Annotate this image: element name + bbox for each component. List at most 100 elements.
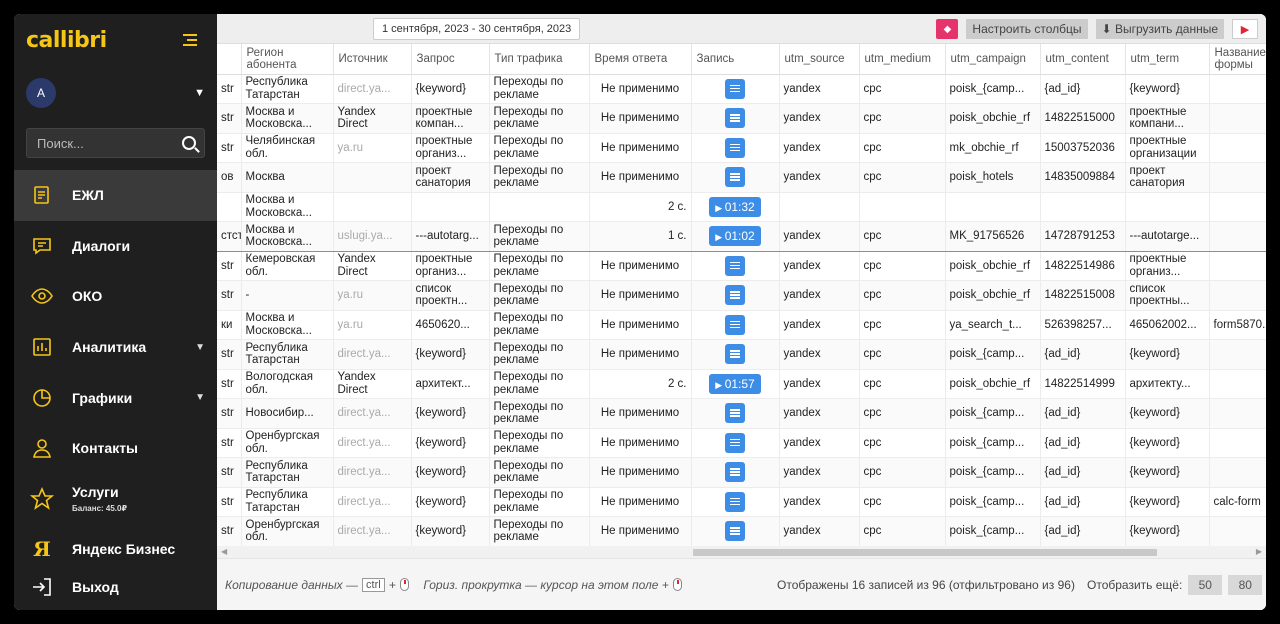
records-count: Отображены 16 записей из 96 (отфильтрова… — [777, 577, 1075, 592]
sidebar-item-contacts[interactable]: Контакты — [14, 423, 217, 474]
table-cell: yandex — [779, 310, 860, 340]
record-details-icon[interactable] — [725, 403, 745, 424]
table-cell — [691, 251, 780, 281]
table-row[interactable]: str Москва и Московска... Yandex Direct про… — [217, 103, 1266, 134]
table-cell: Кемеровская обл. — [241, 251, 334, 281]
column-header[interactable] — [217, 44, 242, 75]
table-row[interactable]: стст Москва и Московска... uslugi.ya... ---… — [217, 221, 1266, 252]
search-input[interactable] — [37, 135, 177, 151]
table-row[interactable]: str Челябинская обл. ya.ru проектные органи… — [217, 133, 1266, 163]
sidebar-item-dialogs[interactable]: Диалоги — [14, 221, 217, 272]
menu-icon[interactable] — [183, 34, 197, 46]
table-cell: 1 с. — [589, 221, 692, 252]
table-cell: 526398257... — [1040, 310, 1126, 340]
record-details-icon[interactable] — [725, 285, 745, 306]
configure-columns-button[interactable]: Настроить столбцы — [966, 19, 1088, 39]
record-details-icon[interactable] — [725, 255, 745, 276]
table-cell: poisk_{camp... — [945, 428, 1041, 458]
record-details-icon[interactable] — [725, 432, 745, 453]
table-cell: Переходы по рекламе — [489, 74, 590, 104]
column-header[interactable]: utm_content — [1040, 44, 1126, 75]
scroll-right-icon[interactable]: ▶ — [1256, 547, 1262, 556]
table-cell: Оренбургская обл. — [241, 516, 334, 546]
table-cell — [1209, 428, 1266, 458]
column-header[interactable]: utm_campaign — [945, 44, 1041, 75]
scroll-left-icon[interactable]: ◀ — [221, 547, 227, 556]
table-row[interactable]: str Республика Татарстан direct.ya... {keyw… — [217, 74, 1266, 104]
table-cell: calc-form — [1209, 487, 1266, 517]
show-more-50-button[interactable]: 50 — [1188, 574, 1223, 595]
eye-icon — [30, 284, 54, 308]
date-range-picker[interactable]: 1 сентября, 2023 - 30 сентября, 2023 — [373, 18, 581, 40]
search-box — [26, 128, 205, 158]
sidebar-item-charts[interactable]: Графики ▼ — [14, 372, 217, 423]
app-window: callibri A ▼ ЕЖЛ Диалоги — [14, 14, 1266, 610]
play-recording-button[interactable]: ▶ 01:32 — [709, 196, 761, 217]
table-cell: cpc — [859, 457, 946, 488]
column-header[interactable]: utm_medium — [859, 44, 946, 75]
play-icon[interactable]: ▶ — [1232, 19, 1258, 39]
record-details-icon[interactable] — [725, 167, 745, 188]
table-row[interactable]: ов Москва проект санатория Переходы по рекл… — [217, 162, 1266, 193]
column-header[interactable]: Название формы — [1209, 44, 1266, 75]
table-cell: Не применимо — [589, 310, 692, 340]
table-row[interactable]: ки Москва и Московска... ya.ru 4650620... Пе… — [217, 310, 1266, 340]
table-row[interactable]: str Новосибир... direct.ya... {keyword} Пере… — [217, 398, 1266, 429]
recording-duration: 01:02 — [724, 229, 755, 244]
sidebar-item-services[interactable]: Услуги Баланс: 45.0₽ — [14, 474, 217, 525]
table-cell: Москва и Московска... — [241, 103, 334, 134]
horizontal-scrollbar[interactable]: ◀ ▶ — [217, 546, 1266, 558]
column-header[interactable]: Время ответа — [589, 44, 692, 75]
column-header[interactable]: Запрос — [411, 44, 490, 75]
record-details-icon[interactable] — [725, 137, 745, 158]
record-details-icon[interactable] — [725, 521, 745, 542]
table-cell: Yandex Direct — [333, 251, 412, 281]
table-row[interactable]: str Кемеровская обл. Yandex Direct проектны… — [217, 251, 1266, 281]
table-row[interactable]: str - ya.ru список проектн... Переходы по ре… — [217, 280, 1266, 311]
table-cell: проектные компани... — [1125, 103, 1210, 134]
sidebar-item-oko[interactable]: ОКО — [14, 271, 217, 322]
column-header[interactable]: utm_term — [1125, 44, 1210, 75]
table-row[interactable]: str Республика Татарстан direct.ya... {keyw… — [217, 487, 1266, 517]
record-details-icon[interactable] — [725, 344, 745, 365]
show-more-80-button[interactable]: 80 — [1228, 574, 1263, 595]
record-details-icon[interactable] — [725, 78, 745, 99]
column-header[interactable]: Регион абонента — [241, 44, 334, 75]
column-header[interactable]: Источник — [333, 44, 412, 75]
scrollbar-thumb[interactable] — [693, 549, 1157, 556]
table-row[interactable]: str Оренбургская обл. direct.ya... {keyword… — [217, 516, 1266, 546]
table-cell: Москва и Московска... — [241, 192, 334, 222]
record-details-icon[interactable] — [725, 108, 745, 129]
record-details-icon[interactable] — [725, 314, 745, 335]
table-row[interactable]: str Республика Татарстан direct.ya... {keyw… — [217, 339, 1266, 370]
layers-icon[interactable]: ◆ — [936, 19, 959, 39]
table-cell: Переходы по рекламе — [489, 251, 590, 281]
sidebar-item-label: Контакты — [72, 440, 139, 457]
table-cell: direct.ya... — [333, 74, 412, 104]
table-cell: 14822515008 — [1040, 280, 1126, 311]
play-recording-button[interactable]: ▶ 01:57 — [709, 373, 761, 394]
table-row[interactable]: str Вологодская обл. Yandex Direct архитект… — [217, 369, 1266, 399]
record-details-icon[interactable] — [725, 491, 745, 512]
table-cell: Не применимо — [589, 487, 692, 517]
sidebar-item-logout[interactable]: Выход — [14, 568, 217, 606]
logout-icon — [30, 575, 54, 599]
show-more-label: Отобразить ещё: — [1087, 577, 1183, 592]
table-cell: Не применимо — [589, 516, 692, 546]
table-cell — [1209, 251, 1266, 281]
column-header[interactable]: utm_source — [779, 44, 860, 75]
column-header[interactable]: Запись — [691, 44, 780, 75]
table-cell: str — [217, 133, 242, 163]
export-data-button[interactable]: ⬇ Выгрузить данные — [1095, 19, 1224, 39]
sidebar-item-analytics[interactable]: Аналитика ▼ — [14, 322, 217, 373]
table-row[interactable]: str Оренбургская обл. direct.ya... {keyword… — [217, 428, 1266, 458]
table-row[interactable]: Москва и Московска... 2 с. ▶ 01:32 — [217, 192, 1266, 222]
search-icon[interactable] — [182, 136, 196, 150]
user-menu[interactable]: A ▼ — [14, 70, 217, 116]
play-recording-button[interactable]: ▶ 01:02 — [709, 226, 761, 247]
sidebar-item-ezhl[interactable]: ЕЖЛ — [14, 170, 217, 221]
table-row[interactable]: str Республика Татарстан direct.ya... {keyw… — [217, 457, 1266, 488]
sidebar-item-label: Аналитика — [72, 339, 147, 356]
column-header[interactable]: Тип трафика — [489, 44, 590, 75]
record-details-icon[interactable] — [725, 462, 745, 483]
